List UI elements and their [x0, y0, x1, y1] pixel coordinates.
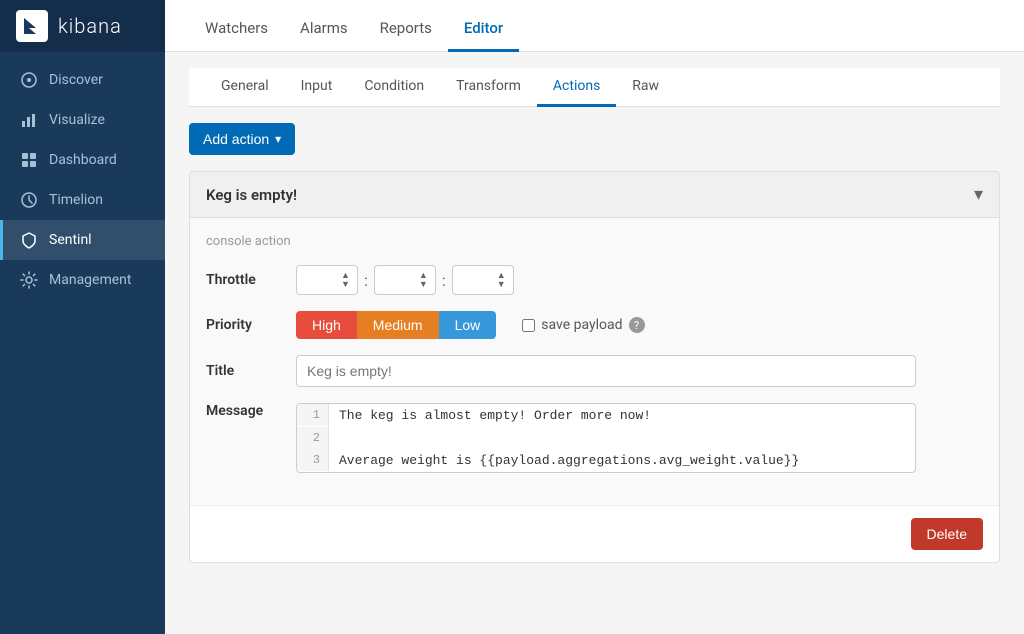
- action-card-header[interactable]: Keg is empty!: [190, 172, 999, 218]
- throttle-seconds-field[interactable]: 0: [457, 272, 493, 288]
- message-area: 1 The keg is almost empty! Order more no…: [296, 403, 916, 473]
- sidebar-logo: kibana: [0, 0, 165, 52]
- line-content-2: [329, 427, 349, 435]
- add-action-button[interactable]: Add action ▾: [189, 123, 295, 155]
- save-payload-group: save payload ?: [522, 317, 644, 333]
- throttle-label: Throttle: [206, 272, 296, 288]
- throttle-hours-down[interactable]: ▼: [339, 280, 352, 289]
- throttle-minutes-input[interactable]: 0 ▲ ▼: [374, 265, 436, 295]
- visualize-icon: [19, 110, 39, 130]
- dashboard-icon: [19, 150, 39, 170]
- tab-transform[interactable]: Transform: [440, 68, 537, 107]
- title-row: Title Keg is empty!: [206, 355, 983, 387]
- action-card-footer: Delete: [190, 505, 999, 562]
- top-nav-reports[interactable]: Reports: [364, 7, 448, 52]
- chevron-down-icon: [974, 184, 983, 205]
- line-number-3: 3: [297, 449, 329, 471]
- title-form-label: Title: [206, 363, 296, 379]
- sidebar: kibana Discover Visualize Dashboard Tim: [0, 0, 165, 634]
- code-editor[interactable]: 1 The keg is almost empty! Order more no…: [296, 403, 916, 473]
- sidebar-item-label-management: Management: [49, 272, 131, 288]
- code-line-3: 3 Average weight is {{payload.aggregatio…: [297, 449, 915, 472]
- dropdown-arrow-icon: ▾: [275, 132, 281, 146]
- timelion-icon: [19, 190, 39, 210]
- tab-raw[interactable]: Raw: [616, 68, 675, 107]
- line-content-3: Average weight is {{payload.aggregations…: [329, 449, 809, 472]
- throttle-seconds-spinners: ▲ ▼: [495, 271, 508, 289]
- secondary-tabs: General Input Condition Transform Action…: [189, 68, 1000, 107]
- message-form-label: Message: [206, 403, 296, 419]
- top-nav: Watchers Alarms Reports Editor: [165, 0, 1024, 52]
- priority-high-button[interactable]: High: [296, 311, 357, 339]
- priority-label: Priority: [206, 317, 296, 333]
- code-line-1: 1 The keg is almost empty! Order more no…: [297, 404, 915, 427]
- throttle-seconds-input[interactable]: 0 ▲ ▼: [452, 265, 514, 295]
- sidebar-item-label-dashboard: Dashboard: [49, 152, 117, 168]
- throttle-hours-input[interactable]: 24 ▲ ▼: [296, 265, 358, 295]
- toolbar: Add action ▾: [189, 123, 1000, 155]
- top-nav-editor[interactable]: Editor: [448, 7, 519, 52]
- sidebar-item-label-sentinl: Sentinl: [49, 232, 92, 248]
- line-number-2: 2: [297, 427, 329, 449]
- tab-actions[interactable]: Actions: [537, 68, 616, 107]
- delete-button[interactable]: Delete: [911, 518, 983, 550]
- priority-controls: High Medium Low save payload ?: [296, 311, 645, 339]
- message-row: Message 1 The keg is almost empty! Order…: [206, 403, 983, 473]
- tab-general[interactable]: General: [205, 68, 285, 107]
- discover-icon: [19, 70, 39, 90]
- throttle-hours-field[interactable]: 24: [301, 272, 337, 288]
- throttle-row: Throttle 24 ▲ ▼ : 0: [206, 265, 983, 295]
- kibana-logo-icon: [16, 10, 48, 42]
- sidebar-item-label-visualize: Visualize: [49, 112, 105, 128]
- throttle-minutes-field[interactable]: 0: [379, 272, 415, 288]
- priority-low-button[interactable]: Low: [439, 311, 497, 339]
- throttle-controls: 24 ▲ ▼ : 0 ▲ ▼: [296, 265, 514, 295]
- sentinl-icon: [19, 230, 39, 250]
- content-area: General Input Condition Transform Action…: [165, 52, 1024, 634]
- sidebar-item-visualize[interactable]: Visualize: [0, 100, 165, 140]
- sidebar-item-timelion[interactable]: Timelion: [0, 180, 165, 220]
- line-number-1: 1: [297, 404, 329, 426]
- code-line-2: 2: [297, 427, 915, 449]
- save-payload-checkbox[interactable]: [522, 319, 535, 332]
- top-nav-watchers[interactable]: Watchers: [189, 7, 284, 52]
- sidebar-item-management[interactable]: Management: [0, 260, 165, 300]
- help-icon[interactable]: ?: [629, 317, 645, 333]
- sidebar-item-label-discover: Discover: [49, 72, 103, 88]
- throttle-hours-spinners: ▲ ▼: [339, 271, 352, 289]
- priority-medium-button[interactable]: Medium: [357, 311, 439, 339]
- console-action-label: console action: [206, 234, 983, 249]
- priority-row: Priority High Medium Low save payload ?: [206, 311, 983, 339]
- sidebar-item-sentinl[interactable]: Sentinl: [0, 220, 165, 260]
- sidebar-nav: Discover Visualize Dashboard Timelion Se: [0, 52, 165, 300]
- sidebar-item-label-timelion: Timelion: [49, 192, 103, 208]
- management-icon: [19, 270, 39, 290]
- top-nav-alarms[interactable]: Alarms: [284, 7, 364, 52]
- action-card-body: console action Throttle 24 ▲ ▼ :: [190, 218, 999, 505]
- sidebar-logo-text: kibana: [58, 14, 122, 38]
- throttle-minutes-down[interactable]: ▼: [417, 280, 430, 289]
- action-card: Keg is empty! console action Throttle 24…: [189, 171, 1000, 563]
- priority-group: High Medium Low: [296, 311, 496, 339]
- add-action-label: Add action: [203, 131, 269, 147]
- colon-2: :: [442, 271, 446, 290]
- throttle-minutes-spinners: ▲ ▼: [417, 271, 430, 289]
- line-content-1: The keg is almost empty! Order more now!: [329, 404, 661, 427]
- save-payload-label[interactable]: save payload: [541, 317, 622, 333]
- title-input[interactable]: Keg is empty!: [296, 355, 916, 387]
- main-content: Watchers Alarms Reports Editor General I…: [165, 0, 1024, 634]
- tab-input[interactable]: Input: [285, 68, 349, 107]
- colon-1: :: [364, 271, 368, 290]
- action-card-title: Keg is empty!: [206, 186, 297, 204]
- sidebar-item-discover[interactable]: Discover: [0, 60, 165, 100]
- tab-condition[interactable]: Condition: [348, 68, 440, 107]
- sidebar-item-dashboard[interactable]: Dashboard: [0, 140, 165, 180]
- throttle-seconds-down[interactable]: ▼: [495, 280, 508, 289]
